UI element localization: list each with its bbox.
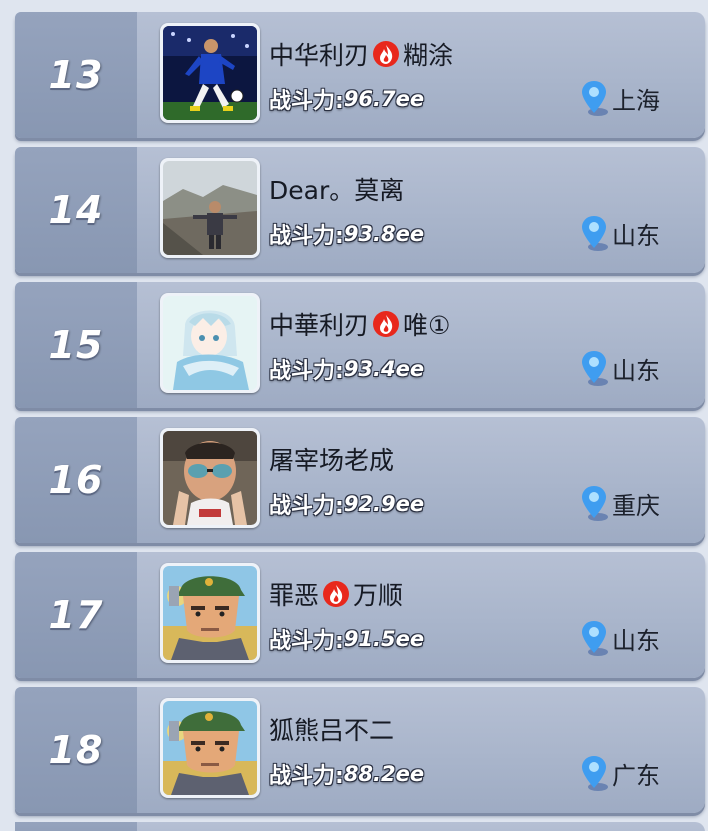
location-text: 山东 <box>612 356 660 385</box>
player-name[interactable]: 中华利刃 糊涂 <box>269 38 453 70</box>
ranking-row-partial[interactable] <box>15 822 705 831</box>
combat-power-value: 92.9ee <box>343 492 425 516</box>
rank-cell: 15 <box>15 282 137 408</box>
rank-cell: 17 <box>15 552 137 678</box>
location-pin-icon <box>580 349 610 387</box>
travel-photo-avatar-image <box>163 161 257 255</box>
ranking-row[interactable]: 16 屠宰场老成 战斗力: 92.9ee 重庆 <box>15 417 705 543</box>
rank-cell: 13 <box>15 12 137 138</box>
rank-number: 15 <box>48 323 104 367</box>
player-name[interactable]: 屠宰场老成 <box>269 443 394 475</box>
flame-icon <box>372 40 400 68</box>
player-name-part-2: 万顺 <box>353 581 404 610</box>
combat-power-value: 96.7ee <box>343 87 425 111</box>
combat-power-value: 93.4ee <box>343 357 425 381</box>
player-location: 广东 <box>580 751 660 795</box>
combat-power-label: 战斗力: <box>269 494 344 519</box>
player-location: 山东 <box>580 616 660 660</box>
location-text: 上海 <box>612 86 660 115</box>
player-name-part-1: 中华利刃 <box>269 41 370 70</box>
ranking-list: 13 中华利刃 糊涂 战斗力: 96.7ee 上海 14 Dear。莫离 战斗力… <box>0 0 708 831</box>
flame-icon <box>372 310 400 338</box>
player-avatar[interactable] <box>160 563 260 663</box>
combat-power: 战斗力: 88.2ee <box>269 759 424 789</box>
player-avatar[interactable] <box>160 428 260 528</box>
location-pin-icon <box>580 214 610 252</box>
location-text: 重庆 <box>612 491 660 520</box>
player-name-part-1: 狐熊吕不二 <box>269 716 395 745</box>
soldier-avatar-image <box>163 566 257 660</box>
combat-power-label: 战斗力: <box>269 359 344 384</box>
combat-power-value: 88.2ee <box>343 762 425 786</box>
soldier-avatar-image <box>163 701 257 795</box>
location-pin-icon <box>580 484 610 522</box>
anime-character-avatar-image <box>163 296 257 390</box>
ranking-row[interactable]: 18 狐熊吕不二 战斗力: 88.2ee 广东 <box>15 687 705 813</box>
player-location: 山东 <box>580 211 660 255</box>
location-pin-icon <box>580 79 610 117</box>
rank-number: 16 <box>48 458 104 502</box>
combat-power-label: 战斗力: <box>269 224 344 249</box>
player-avatar[interactable] <box>160 23 260 123</box>
ranking-row[interactable]: 13 中华利刃 糊涂 战斗力: 96.7ee 上海 <box>15 12 705 138</box>
soccer-player-avatar-image <box>163 26 257 120</box>
player-name-part-1: Dear。莫离 <box>269 176 405 205</box>
combat-power: 战斗力: 93.4ee <box>269 354 424 384</box>
ranking-row[interactable]: 14 Dear。莫离 战斗力: 93.8ee 山东 <box>15 147 705 273</box>
player-avatar[interactable] <box>160 698 260 798</box>
flame-icon <box>322 580 350 608</box>
location-pin-icon <box>580 619 610 657</box>
player-location: 重庆 <box>580 481 660 525</box>
player-location: 山东 <box>580 346 660 390</box>
player-name[interactable]: 中華利刃 唯① <box>269 308 450 340</box>
player-name[interactable]: 狐熊吕不二 <box>269 713 394 745</box>
player-location: 上海 <box>580 76 660 120</box>
location-text: 广东 <box>612 761 660 790</box>
rank-cell: 16 <box>15 417 137 543</box>
combat-power: 战斗力: 92.9ee <box>269 489 424 519</box>
location-text: 山东 <box>612 221 660 250</box>
rank-cell: 18 <box>15 687 137 813</box>
combat-power-value: 91.5ee <box>343 627 425 651</box>
player-name-part-2: 唯① <box>403 311 451 340</box>
player-avatar[interactable] <box>160 293 260 393</box>
rank-number: 18 <box>48 728 104 772</box>
rank-number: 17 <box>48 593 104 637</box>
player-name-part-2: 糊涂 <box>403 41 454 70</box>
combat-power-label: 战斗力: <box>269 629 344 654</box>
combat-power-label: 战斗力: <box>269 764 344 789</box>
player-name-part-1: 中華利刃 <box>269 311 370 340</box>
combat-power: 战斗力: 93.8ee <box>269 219 424 249</box>
player-name[interactable]: 罪恶 万顺 <box>269 578 403 610</box>
combat-power: 战斗力: 96.7ee <box>269 84 424 114</box>
rank-number: 13 <box>48 53 104 97</box>
combat-power-value: 93.8ee <box>343 222 425 246</box>
combat-power-label: 战斗力: <box>269 89 344 114</box>
player-avatar[interactable] <box>160 158 260 258</box>
player-name[interactable]: Dear。莫离 <box>269 173 404 205</box>
location-text: 山东 <box>612 626 660 655</box>
location-pin-icon <box>580 754 610 792</box>
player-name-part-1: 罪恶 <box>269 581 320 610</box>
combat-power: 战斗力: 91.5ee <box>269 624 424 654</box>
child-sunglasses-avatar-image <box>163 431 257 525</box>
ranking-row[interactable]: 15 中華利刃 唯① 战斗力: 93.4ee 山东 <box>15 282 705 408</box>
ranking-row[interactable]: 17 罪恶 万顺 战斗力: 91.5ee 山东 <box>15 552 705 678</box>
player-name-part-1: 屠宰场老成 <box>269 446 395 475</box>
rank-cell <box>15 822 137 831</box>
rank-cell: 14 <box>15 147 137 273</box>
rank-number: 14 <box>48 188 104 232</box>
